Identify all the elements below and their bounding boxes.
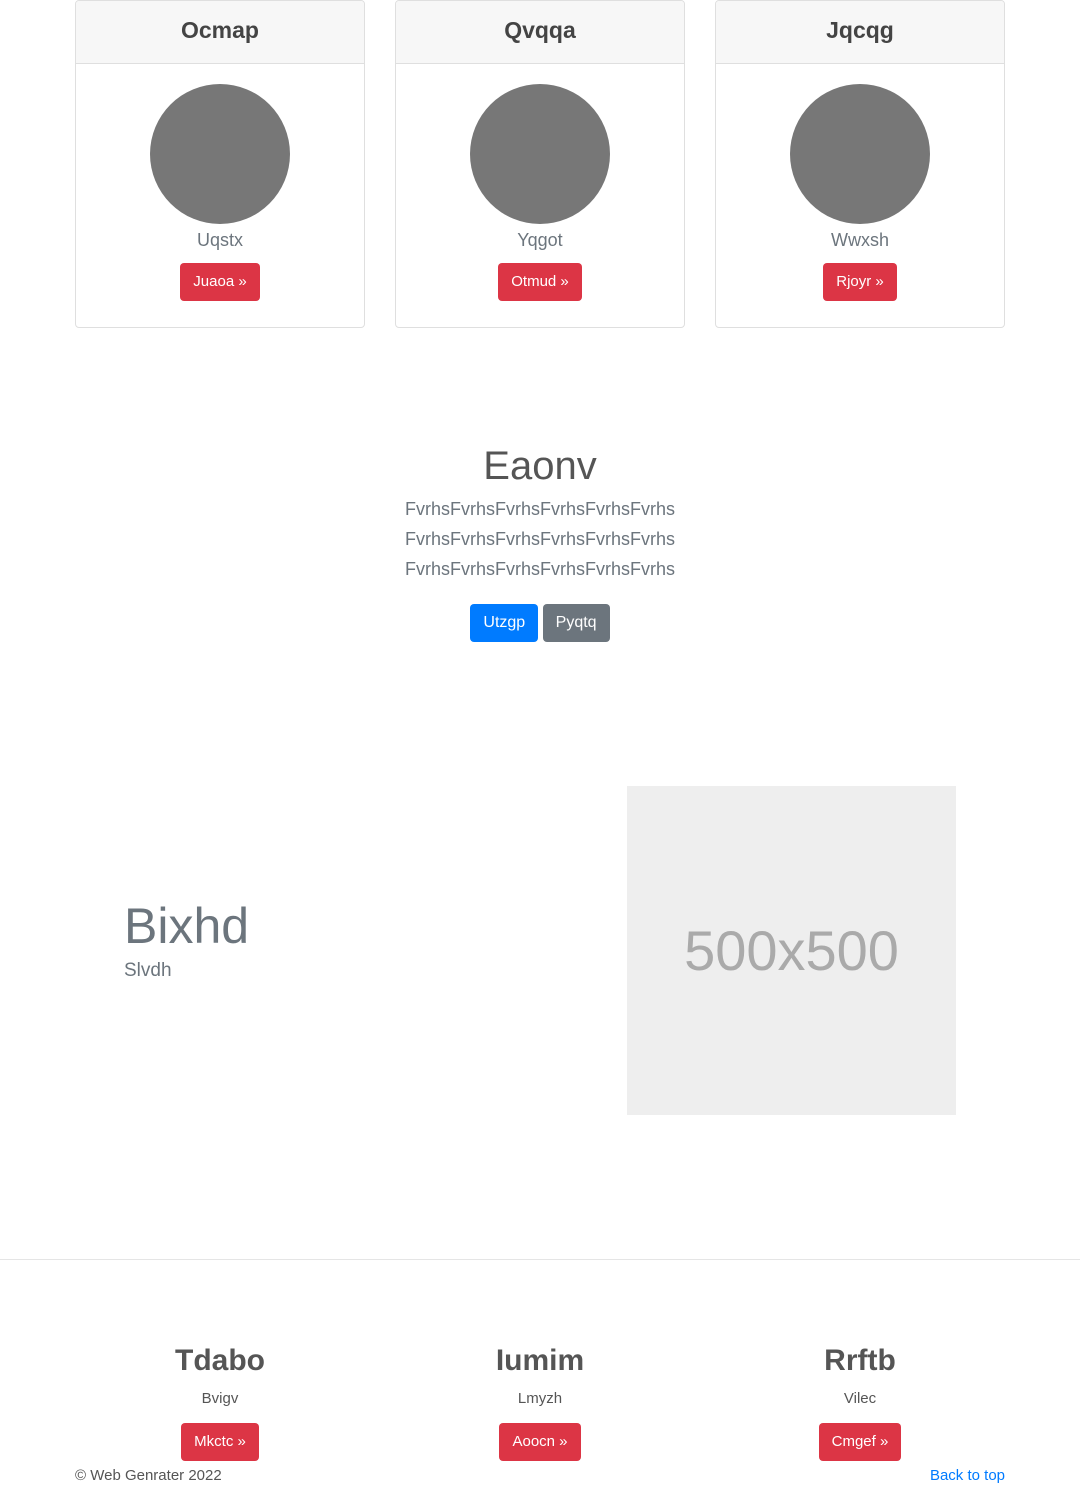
card-subtitle: Wwxsh [831, 230, 889, 250]
back-to-top-link[interactable]: Back to top [930, 1467, 1005, 1484]
column: Rrftb Vilec Cmgef » [715, 1340, 1005, 1461]
card-button[interactable]: Otmud » [498, 263, 582, 301]
card-subtitle: Yqgot [517, 230, 563, 250]
secondary-button[interactable]: Pyqtq [542, 604, 610, 642]
card-title: Qvqqa [396, 1, 684, 64]
image-placeholder: 500x500 [627, 786, 956, 1115]
column-title: Tdabo [175, 1344, 265, 1377]
card: Ocmap Uqstx Juaoa » [75, 0, 365, 328]
card-subtitle: Uqstx [196, 230, 243, 250]
column-subtitle: Vilec [843, 1390, 877, 1407]
column-subtitle: Lmyzh [517, 1390, 563, 1407]
card-button[interactable]: Juaoa » [180, 263, 260, 301]
avatar-placeholder [150, 84, 290, 224]
copyright: © Web Genrater 2022 [75, 1467, 222, 1484]
placeholder-label: 500x500 [684, 919, 899, 982]
avatar-placeholder [470, 84, 610, 224]
card: Qvqqa Yqgot Otmud » [395, 0, 685, 328]
column: Tdabo Bvigv Mkctc » [75, 1340, 365, 1461]
column: Iumim Lmyzh Aoocn » [395, 1340, 685, 1461]
column-subtitle: Bvigv [201, 1390, 239, 1407]
feature-title: Bixhd [124, 898, 250, 954]
column-button[interactable]: Mkctc » [181, 1423, 259, 1461]
hero-section: Eaonv FvrhsFvrhsFvrhsFvrhsFvrhsFvrhs Fvr… [270, 440, 810, 642]
hero-text: FvrhsFvrhsFvrhsFvrhsFvrhsFvrhs FvrhsFvrh… [405, 499, 675, 579]
card-title: Jqcqg [716, 1, 1004, 64]
divider [0, 1259, 1080, 1260]
column-button[interactable]: Cmgef » [818, 1423, 902, 1461]
primary-button[interactable]: Utzgp [470, 604, 539, 642]
card-title: Ocmap [76, 1, 364, 64]
column-button[interactable]: Aoocn » [499, 1423, 581, 1461]
card-button[interactable]: Rjoyr » [823, 263, 897, 301]
avatar-placeholder [790, 84, 930, 224]
column-title: Rrftb [824, 1344, 896, 1377]
feature-subtitle: Slvdh [124, 960, 172, 981]
column-title: Iumim [495, 1344, 585, 1377]
card: Jqcqg Wwxsh Rjoyr » [715, 0, 1005, 328]
hero-title: Eaonv [483, 444, 597, 488]
